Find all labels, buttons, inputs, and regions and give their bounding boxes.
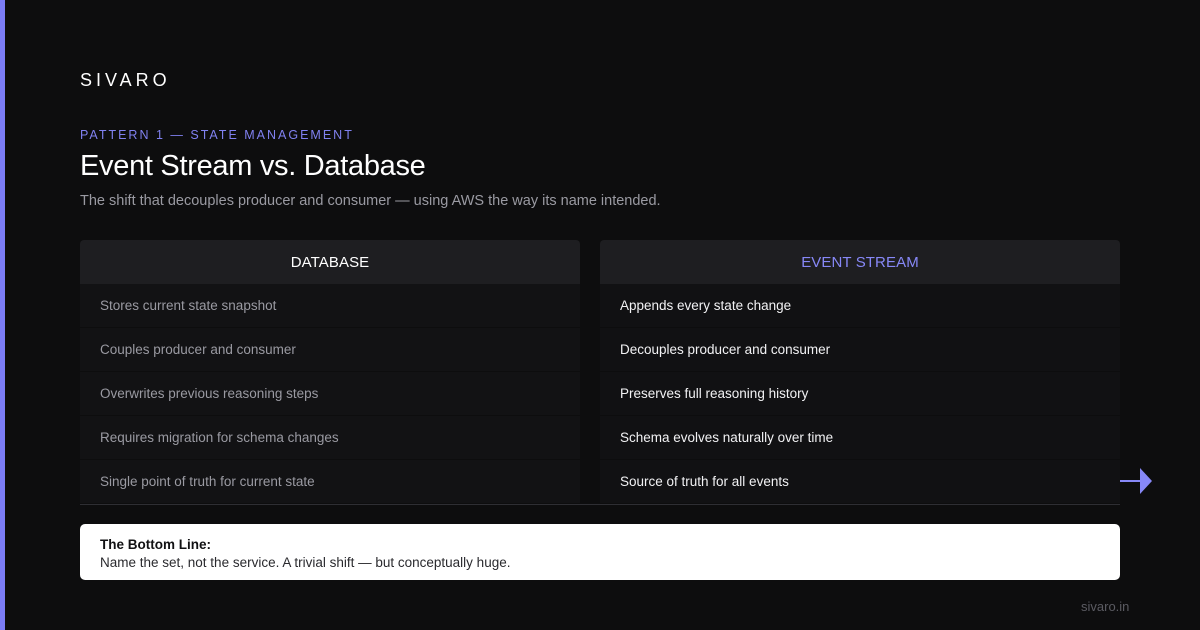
section-divider (80, 504, 1120, 505)
event-stream-row: Decouples producer and consumer (600, 328, 1120, 372)
database-row: Single point of truth for current state (80, 460, 580, 504)
brand-logo: SIVARO (80, 70, 171, 90)
event-stream-row: Preserves full reasoning history (600, 372, 1120, 416)
accent-bar (0, 0, 5, 630)
database-column-header: DATABASE (80, 240, 580, 284)
footer-url: sivaro.in (1081, 599, 1130, 614)
event-stream-row: Schema evolves naturally over time (600, 416, 1120, 460)
database-row: Couples producer and consumer (80, 328, 580, 372)
database-column: DATABASE Stores current state snapshot C… (80, 240, 580, 504)
page-subtitle: The shift that decouples producer and co… (80, 193, 661, 209)
eyebrow-label: PATTERN 1 — STATE MANAGEMENT (80, 128, 354, 142)
callout-body: Name the set, not the service. A trivial… (100, 555, 511, 570)
database-rows: Stores current state snapshot Couples pr… (80, 284, 580, 504)
database-row: Overwrites previous reasoning steps (80, 372, 580, 416)
page-title: Event Stream vs. Database (80, 150, 426, 182)
event-stream-column: EVENT STREAM Appends every state change … (600, 240, 1120, 504)
bottom-line-callout: The Bottom Line: Name the set, not the s… (80, 524, 1120, 580)
event-stream-rows: Appends every state change Decouples pro… (600, 284, 1120, 504)
event-stream-row: Appends every state change (600, 284, 1120, 328)
callout-heading: The Bottom Line: (100, 537, 211, 552)
event-stream-row: Source of truth for all events (600, 460, 1120, 504)
event-stream-column-header: EVENT STREAM (600, 240, 1120, 284)
database-row: Stores current state snapshot (80, 284, 580, 328)
database-row: Requires migration for schema changes (80, 416, 580, 460)
arrow-right-icon[interactable] (1118, 466, 1154, 496)
